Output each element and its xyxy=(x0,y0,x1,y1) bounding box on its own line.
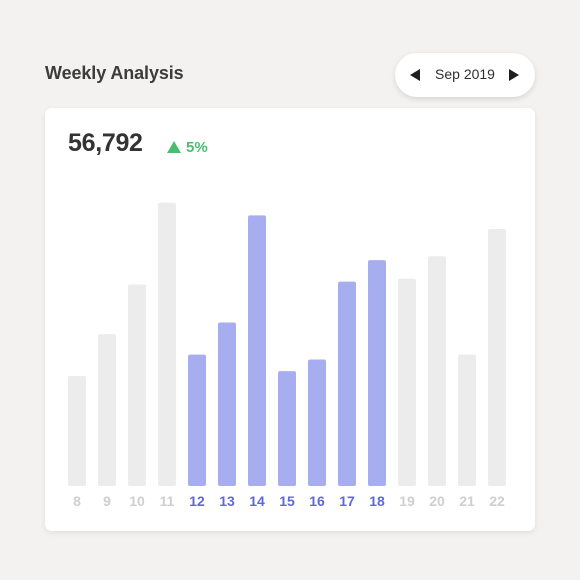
month-label: Sep 2019 xyxy=(435,66,495,82)
bar-day-16 xyxy=(308,359,326,486)
bar-day-12 xyxy=(188,354,206,486)
tick-label-day-14: 14 xyxy=(249,493,265,509)
bar-day-18 xyxy=(368,260,386,486)
bar-day-17 xyxy=(338,281,356,486)
bar-day-20 xyxy=(428,256,446,486)
triangle-left-icon[interactable] xyxy=(407,67,423,83)
bar-day-15 xyxy=(278,371,296,486)
tick-label-day-16: 16 xyxy=(309,493,325,509)
tick-label-day-12: 12 xyxy=(189,493,205,509)
bar-day-14 xyxy=(248,215,266,486)
weekly-bar-chart: 8 9 10 11 12 13 14 15 16 17 18 19 20 21 22 xyxy=(68,202,506,509)
tick-label-day-10: 10 xyxy=(129,493,145,509)
bar-day-21 xyxy=(458,354,476,486)
tick-label-day-8: 8 xyxy=(73,493,81,509)
bar-day-10 xyxy=(128,284,146,486)
tick-label-day-9: 9 xyxy=(103,493,111,509)
tick-label-day-20: 20 xyxy=(429,493,445,509)
triangle-right-icon[interactable] xyxy=(506,67,522,83)
bar-day-11 xyxy=(158,202,176,486)
month-picker: Sep 2019 xyxy=(395,53,535,97)
tick-label-day-21: 21 xyxy=(459,493,475,509)
bar-day-19 xyxy=(398,278,416,486)
weekly-analysis-card: 56,792 5% 8 9 10 11 12 13 14 15 16 17 18 19 20 21 22 xyxy=(45,108,535,531)
bar-day-9 xyxy=(98,334,116,486)
page-title: Weekly Analysis xyxy=(45,63,184,83)
tick-label-day-19: 19 xyxy=(399,493,415,509)
tick-label-day-13: 13 xyxy=(219,493,235,509)
tick-label-day-18: 18 xyxy=(369,493,385,509)
bar-day-8 xyxy=(68,376,86,486)
bar-day-22 xyxy=(488,229,506,486)
bar-day-13 xyxy=(218,322,236,486)
tick-label-day-11: 11 xyxy=(160,493,175,509)
tick-label-day-17: 17 xyxy=(339,493,355,509)
tick-label-day-22: 22 xyxy=(489,493,505,509)
tick-label-day-15: 15 xyxy=(279,493,295,509)
